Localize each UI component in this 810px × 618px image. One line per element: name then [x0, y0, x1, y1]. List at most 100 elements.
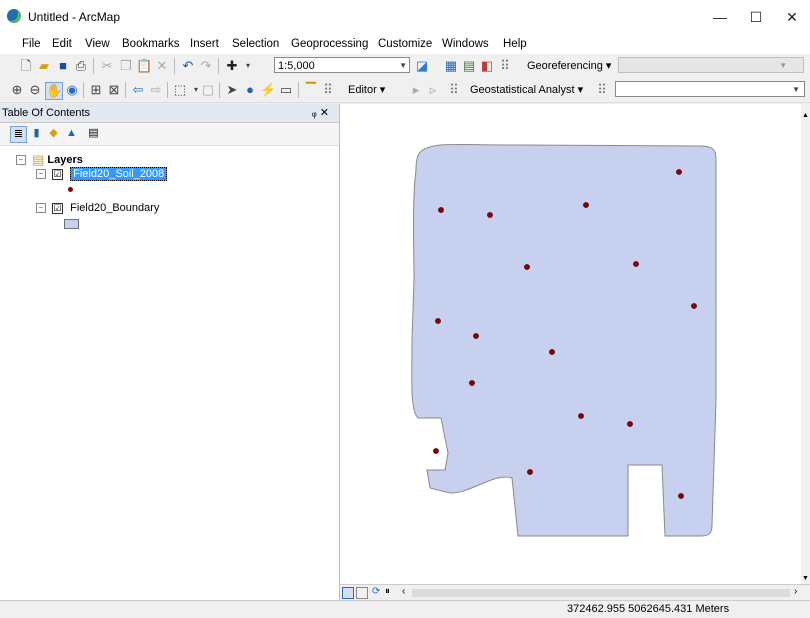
field-boundary-polygon[interactable]: [411, 144, 717, 537]
scroll-down-icon[interactable]: ▼: [802, 575, 809, 582]
delete-icon[interactable]: ✕: [154, 58, 170, 74]
full-extent-icon[interactable]: ◉: [64, 82, 80, 98]
editor-menu[interactable]: Editor ▾: [348, 83, 385, 96]
zoom-out-icon[interactable]: ⊖: [27, 82, 43, 98]
soil-sample-point[interactable]: [627, 421, 633, 427]
save-icon[interactable]: ■: [55, 58, 71, 74]
print-icon[interactable]: ⎙: [73, 58, 89, 74]
soil-sample-point[interactable]: [633, 261, 639, 267]
zoom-in-icon[interactable]: ⊕: [9, 82, 25, 98]
open-folder-icon[interactable]: ▰: [36, 58, 52, 74]
redo-icon[interactable]: ↷: [198, 58, 214, 74]
soil-sample-point[interactable]: [527, 469, 533, 475]
vertical-scrollbar[interactable]: ▲ ▼: [801, 104, 810, 600]
pan-icon[interactable]: ✋: [45, 82, 63, 100]
undo-icon[interactable]: ↶: [180, 58, 196, 74]
cut-icon[interactable]: ✂: [99, 58, 115, 74]
soil-sample-point[interactable]: [473, 333, 479, 339]
georeferencing-layer-combo[interactable]: ▼: [618, 57, 804, 73]
scroll-up-icon[interactable]: ▲: [802, 112, 809, 119]
layers-root[interactable]: − ▤ Layers: [16, 152, 83, 168]
soil-sample-point[interactable]: [435, 318, 441, 324]
add-data-dropdown-icon[interactable]: ▾: [240, 58, 256, 74]
soil-sample-point[interactable]: [433, 448, 439, 454]
add-data-icon[interactable]: ✚: [224, 58, 240, 74]
soil-sample-point[interactable]: [549, 349, 555, 355]
menu-windows[interactable]: Windows: [442, 38, 489, 50]
catalog-icon[interactable]: ▤: [461, 58, 477, 74]
select-elements-icon[interactable]: ➤: [224, 82, 240, 98]
soil-sample-point[interactable]: [678, 493, 684, 499]
map-scale-combo[interactable]: 1:5,000 ▼: [274, 57, 410, 73]
menu-view[interactable]: View: [85, 38, 110, 50]
collapse-icon[interactable]: −: [16, 155, 26, 165]
soil-sample-point[interactable]: [583, 202, 589, 208]
layout-view-button[interactable]: [356, 587, 368, 599]
toolbar-grip-icon[interactable]: ⠿: [320, 82, 336, 98]
soil-sample-point[interactable]: [487, 212, 493, 218]
menu-bookmarks[interactable]: Bookmarks: [122, 38, 180, 50]
soil-sample-point[interactable]: [469, 380, 475, 386]
close-button[interactable]: ✕: [777, 6, 807, 28]
soil-sample-point[interactable]: [578, 413, 584, 419]
forward-arrow-icon[interactable]: ⇨: [148, 82, 164, 98]
layer-visibility-checkbox[interactable]: ☑: [52, 202, 64, 214]
map-view[interactable]: [340, 104, 801, 584]
menu-file[interactable]: File: [22, 38, 41, 50]
data-view-button[interactable]: [342, 587, 354, 599]
editor-toolbar-icon[interactable]: ◪: [414, 58, 430, 74]
georeferencing-menu[interactable]: Georeferencing ▾: [527, 59, 611, 72]
list-by-visibility-icon[interactable]: ◆: [46, 126, 61, 141]
edit-annotation-icon[interactable]: ▹: [425, 82, 441, 98]
geostatistical-layer-combo[interactable]: ▼: [615, 81, 805, 97]
list-by-source-icon[interactable]: ▮: [29, 126, 44, 141]
toolbar-grip-icon[interactable]: ⠿: [497, 58, 513, 74]
layer-name[interactable]: Field20_Boundary: [70, 202, 159, 214]
html-popup-icon[interactable]: ▭: [278, 82, 294, 98]
soil-sample-point[interactable]: [691, 303, 697, 309]
layer-row-boundary[interactable]: − ☑ Field20_Boundary: [36, 202, 159, 214]
paste-icon[interactable]: 📋: [136, 58, 152, 74]
identify-icon[interactable]: ●: [242, 82, 258, 98]
list-by-drawing-order-icon[interactable]: ≣: [10, 126, 27, 143]
layer-row-soil[interactable]: − ☑ Field20_Soil_2008: [36, 167, 168, 181]
new-document-icon[interactable]: 🗋: [18, 58, 34, 74]
copy-icon[interactable]: ❐: [118, 58, 134, 74]
minimize-button[interactable]: —: [705, 6, 735, 28]
geostatistical-analyst-menu[interactable]: Geostatistical Analyst ▾: [470, 83, 583, 96]
menu-insert[interactable]: Insert: [190, 38, 219, 50]
soil-point-symbol[interactable]: [68, 183, 73, 195]
soil-sample-point[interactable]: [524, 264, 530, 270]
menu-geoprocessing[interactable]: Geoprocessing: [291, 38, 368, 50]
search-window-icon[interactable]: ◧: [479, 58, 495, 74]
layer-name[interactable]: Field20_Soil_2008: [70, 167, 168, 181]
menu-customize[interactable]: Customize: [378, 38, 432, 50]
measure-icon[interactable]: ▔: [303, 82, 319, 98]
toc-pin-close-buttons[interactable]: ᵩ ✕: [312, 106, 329, 119]
refresh-icon[interactable]: ⟳: [372, 586, 380, 597]
clear-selection-icon[interactable]: ▢: [200, 82, 216, 98]
horizontal-scrollbar[interactable]: [412, 589, 790, 597]
menu-selection[interactable]: Selection: [232, 38, 279, 50]
edit-tool-icon[interactable]: ▸: [408, 82, 424, 98]
map-canvas[interactable]: [340, 104, 801, 584]
hyperlink-icon[interactable]: ⚡: [260, 82, 276, 98]
toolbar-grip-icon[interactable]: ⠿: [594, 82, 610, 98]
pause-drawing-icon[interactable]: ⏸: [385, 586, 390, 597]
maximize-button[interactable]: ☐: [741, 6, 771, 28]
collapse-icon[interactable]: −: [36, 203, 46, 214]
list-by-selection-icon[interactable]: ▲: [64, 126, 79, 141]
layer-visibility-checkbox[interactable]: ☑: [52, 168, 64, 180]
scroll-right-icon[interactable]: ›: [794, 586, 797, 597]
soil-sample-point[interactable]: [438, 207, 444, 213]
fixed-zoom-in-icon[interactable]: ⊞: [88, 82, 104, 98]
collapse-icon[interactable]: −: [36, 169, 46, 180]
fixed-zoom-out-icon[interactable]: ⊠: [106, 82, 122, 98]
boundary-polygon-symbol[interactable]: [64, 219, 79, 232]
menu-help[interactable]: Help: [503, 38, 527, 50]
toolbar-grip-icon[interactable]: ⠿: [446, 82, 462, 98]
table-of-contents-icon[interactable]: ▦: [443, 58, 459, 74]
menu-edit[interactable]: Edit: [52, 38, 72, 50]
options-icon[interactable]: ▤: [86, 126, 101, 141]
back-arrow-icon[interactable]: ⇦: [130, 82, 146, 98]
